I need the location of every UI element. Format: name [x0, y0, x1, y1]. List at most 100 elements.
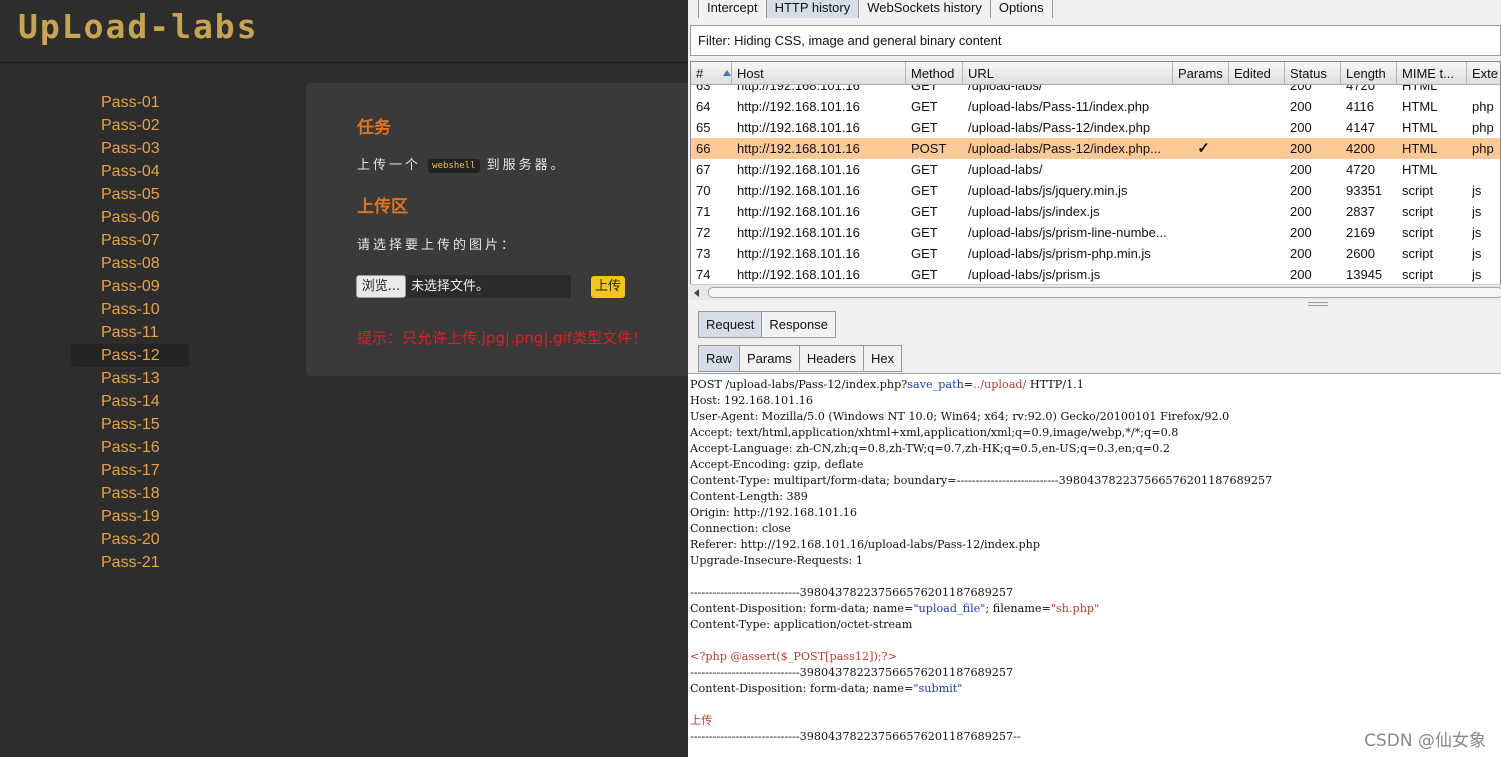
cell-host: http://192.168.101.16	[737, 162, 860, 177]
sidebar-item-pass-07[interactable]: Pass-07	[71, 229, 189, 252]
sidebar-item-pass-05[interactable]: Pass-05	[71, 183, 189, 206]
cell-status: 200	[1290, 225, 1312, 240]
tab-response[interactable]: Response	[761, 311, 836, 338]
cell-status: 200	[1290, 162, 1312, 177]
tab-raw[interactable]: Raw	[698, 345, 741, 372]
sidebar-nav: Pass-01 Pass-02 Pass-03 Pass-04 Pass-05 Pass-…	[71, 91, 189, 574]
filter-bar[interactable]: Filter: Hiding CSS, image and general bi…	[690, 25, 1501, 56]
cell-mime: script	[1402, 183, 1434, 198]
raw-request-text[interactable]: POST /upload-labs/Pass-12/index.php?save…	[690, 377, 1272, 745]
tab-options[interactable]: Options	[989, 0, 1053, 18]
column-header-mimet[interactable]: MIME t...	[1397, 62, 1467, 85]
sort-ascending-icon[interactable]	[723, 70, 731, 76]
tab-intercept[interactable]: Intercept	[698, 0, 767, 18]
view-tabs: Raw Params Headers Hex	[698, 345, 903, 372]
sidebar-item-pass-11[interactable]: Pass-11	[71, 321, 189, 344]
sidebar-item-pass-17[interactable]: Pass-17	[71, 459, 189, 482]
cell-host: http://192.168.101.16	[737, 246, 860, 261]
sidebar-item-pass-16[interactable]: Pass-16	[71, 436, 189, 459]
cell-method: GET	[911, 183, 938, 198]
column-header-length[interactable]: Length	[1341, 62, 1397, 85]
sidebar-item-pass-04[interactable]: Pass-04	[71, 160, 189, 183]
cell-mime: HTML	[1402, 162, 1438, 177]
tab-headers[interactable]: Headers	[798, 345, 864, 372]
cell-num: 67	[696, 162, 711, 177]
horizontal-scrollbar[interactable]	[690, 284, 1501, 300]
column-header-params[interactable]: Params	[1173, 62, 1229, 85]
sidebar-item-pass-19[interactable]: Pass-19	[71, 505, 189, 528]
column-header-exte[interactable]: Exte	[1467, 62, 1500, 85]
cell-url: /upload-labs/js/prism.js	[968, 267, 1101, 282]
column-header-status[interactable]: Status	[1285, 62, 1341, 85]
file-name-text: 未选择文件。	[411, 279, 490, 294]
table-row[interactable]: 67 http://192.168.101.16 GET/upload-labs/2…	[691, 159, 1500, 180]
scroll-thumb[interactable]	[708, 287, 1501, 298]
tab-request[interactable]: Request	[698, 311, 763, 338]
cell-ext: php	[1472, 99, 1494, 114]
cell-url: /upload-labs/js/prism-line-numbe...	[968, 225, 1167, 240]
header-line: Accept-Language: zh-CN,zh;q=0.8,zh-TW;q=…	[690, 442, 1170, 455]
tab-http-history[interactable]: HTTP history	[765, 0, 860, 18]
raw-line-1: POST /upload-labs/Pass-12/index.php?save…	[690, 378, 1084, 391]
raw-request-editor[interactable]: POST /upload-labs/Pass-12/index.php?save…	[688, 373, 1501, 757]
header-line: Accept: text/html,application/xhtml+xml,…	[690, 426, 1179, 439]
column-header-edited[interactable]: Edited	[1229, 62, 1285, 85]
table-row[interactable]: 65 http://192.168.101.16 GET/upload-labs/P…	[691, 117, 1500, 138]
header-line: Host: 192.168.101.16	[690, 394, 814, 407]
hint-text: 提示：只允许上传.jpg|.png|.gif类型文件！	[357, 329, 648, 347]
sidebar-item-pass-01[interactable]: Pass-01	[71, 91, 189, 114]
table-row[interactable]: 73 http://192.168.101.16 GET/upload-labs/j…	[691, 243, 1500, 264]
cell-method: GET	[911, 267, 938, 282]
browse-button[interactable]: 浏览...	[356, 275, 406, 298]
sidebar-item-pass-14[interactable]: Pass-14	[71, 390, 189, 413]
scroll-left-icon[interactable]	[694, 289, 699, 297]
table-row[interactable]: 71 http://192.168.101.16 GET/upload-labs/j…	[691, 201, 1500, 222]
sidebar-item-pass-20[interactable]: Pass-20	[71, 528, 189, 551]
table-row[interactable]: 74 http://192.168.101.16 GET/upload-labs/j…	[691, 264, 1500, 285]
sidebar-item-pass-10[interactable]: Pass-10	[71, 298, 189, 321]
cell-num: 71	[696, 204, 711, 219]
tab-params[interactable]: Params	[739, 345, 800, 372]
file-input[interactable]: 浏览... 未选择文件。	[356, 275, 571, 298]
sidebar-item-pass-21[interactable]: Pass-21	[71, 551, 189, 574]
sidebar-item-pass-15[interactable]: Pass-15	[71, 413, 189, 436]
cell-num: 65	[696, 120, 711, 135]
sidebar-item-pass-18[interactable]: Pass-18	[71, 482, 189, 505]
column-header-method[interactable]: Method	[906, 62, 963, 85]
table-row[interactable]: 72 http://192.168.101.16 GET/upload-labs/j…	[691, 222, 1500, 243]
boundary-line: -----------------------------39804378223…	[690, 586, 1014, 599]
upload-button[interactable]: 上传	[591, 276, 625, 298]
sidebar-item-pass-03[interactable]: Pass-03	[71, 137, 189, 160]
sidebar-item-pass-02[interactable]: Pass-02	[71, 114, 189, 137]
cell-mime: HTML	[1402, 120, 1438, 135]
request-response-tabs: Request Response	[698, 311, 836, 338]
header-line: Content-Type: multipart/form-data; bound…	[690, 474, 1273, 487]
sidebar-item-pass-06[interactable]: Pass-06	[71, 206, 189, 229]
upload-prompt: 请选择要上传的图片：	[357, 238, 518, 253]
sidebar-item-pass-13[interactable]: Pass-13	[71, 367, 189, 390]
tab-hex[interactable]: Hex	[862, 345, 903, 372]
cell-host: http://192.168.101.16	[737, 120, 860, 135]
logo: UpLoad-labs	[18, 4, 257, 50]
sidebar-item-pass-09[interactable]: Pass-09	[71, 275, 189, 298]
column-header-host[interactable]: Host	[732, 62, 906, 85]
cell-params	[1178, 180, 1229, 201]
cell-status: 200	[1290, 267, 1312, 282]
sidebar-item-pass-12[interactable]: Pass-12	[71, 344, 189, 367]
cell-mime: script	[1402, 204, 1434, 219]
table-row[interactable]: 70 http://192.168.101.16 GET/upload-labs/j…	[691, 180, 1500, 201]
table-row[interactable]: 64 http://192.168.101.16 GET/upload-labs/P…	[691, 96, 1500, 117]
table-header: # Host Method URL Params Edited Status Length MI…	[691, 62, 1500, 85]
cell-status: 200	[1290, 246, 1312, 261]
tab-websockets-history[interactable]: WebSockets history	[858, 0, 991, 18]
watermark: CSDN @仙女象	[1364, 731, 1486, 751]
cell-url: /upload-labs/	[968, 162, 1043, 177]
column-header-url[interactable]: URL	[963, 62, 1173, 85]
table-row[interactable]: 66 http://192.168.101.16 POST/upload-labs/…	[691, 138, 1500, 159]
cell-length: 4200	[1346, 141, 1375, 156]
cell-length: 13945	[1346, 267, 1383, 282]
pane-splitter[interactable]	[1308, 302, 1328, 306]
sidebar-item-pass-08[interactable]: Pass-08	[71, 252, 189, 275]
cell-ext: js	[1472, 204, 1482, 219]
cell-length: 4147	[1346, 120, 1375, 135]
